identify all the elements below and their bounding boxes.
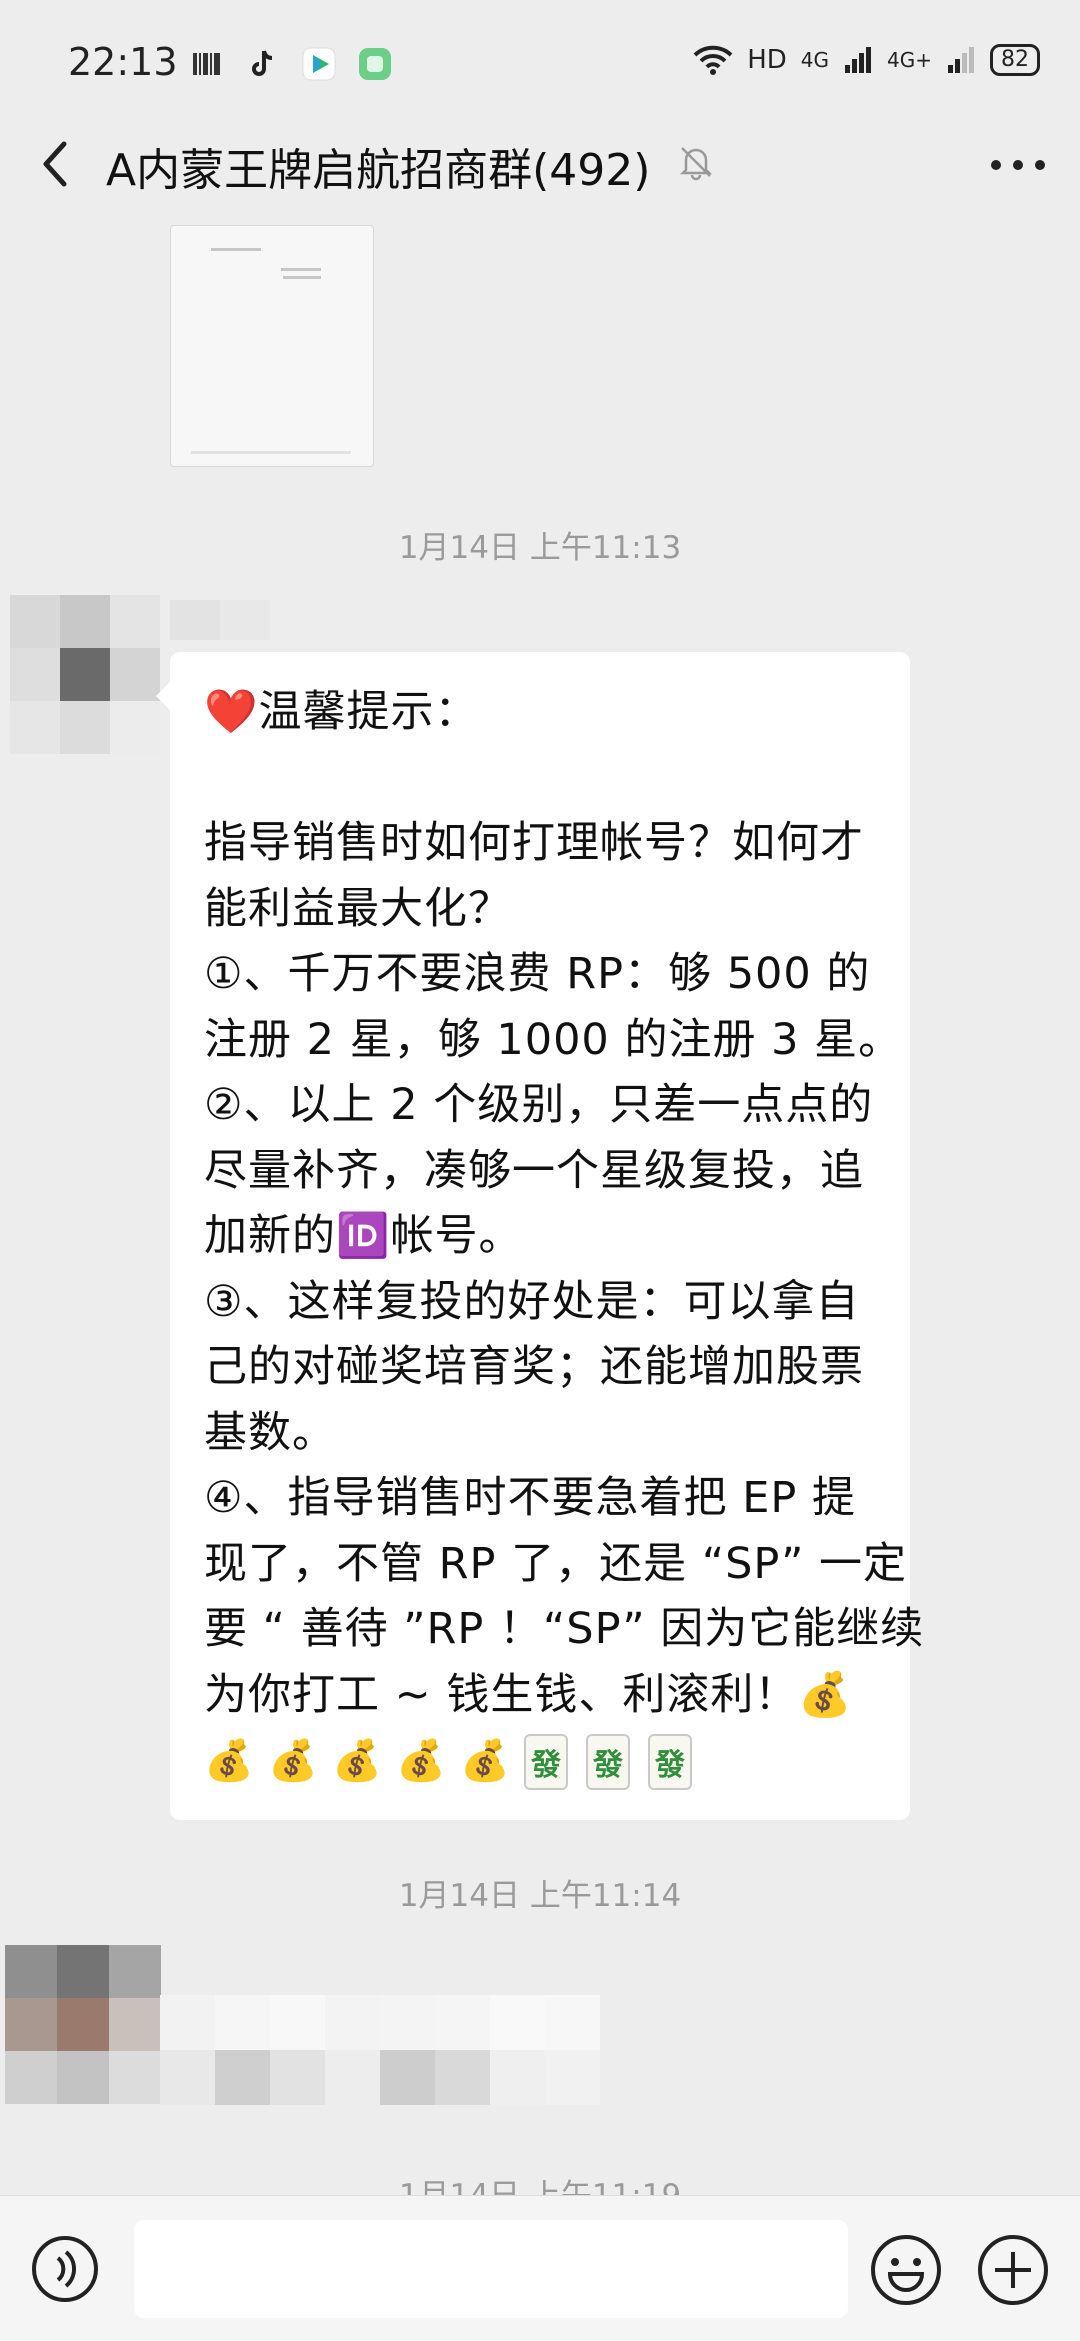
timestamp: 1月14日 上午11:13: [398, 530, 682, 566]
shared-image-thumbnail[interactable]: [170, 225, 374, 467]
message-line: ❤️温馨提示：: [204, 687, 479, 737]
back-button[interactable]: [30, 134, 80, 194]
chat-title[interactable]: A内蒙王牌启航招商群(492): [106, 134, 650, 198]
emoji-button[interactable]: [868, 2232, 944, 2308]
message-line: 现了，不管 RP 了，还是 “SP” 一定: [204, 1538, 908, 1589]
money-bag-icon: 💰: [460, 1738, 510, 1784]
chat-header: A内蒙王牌启航招商群(492): [0, 120, 1080, 210]
green-app-icon: [359, 48, 391, 80]
message-line: ④、指导销售时不要急着把 EP 提: [204, 1473, 856, 1523]
network-label-1: 4G: [800, 48, 830, 72]
sender-avatar[interactable]: [10, 595, 160, 755]
emoji-row: 💰 💰 💰 💰 💰 發 發 發: [204, 1734, 876, 1790]
money-bag-icon: 💰: [332, 1738, 382, 1784]
timestamp: 1月14日 上午11:14: [398, 1878, 682, 1914]
bell-mute-icon: [679, 147, 713, 181]
message-line: ③、这样复投的好处是：可以拿自: [204, 1276, 860, 1327]
wifi-icon: [693, 45, 733, 75]
status-app-icons: [190, 44, 392, 84]
barcode-app-icon: [193, 53, 220, 75]
message-bubble[interactable]: ❤️温馨提示： 指导销售时如何打理帐号？如何才 能利益最大化？ ①、千万不要浪费…: [156, 652, 925, 1820]
message-line: 基数。: [204, 1407, 336, 1458]
message-line: 尽量补齐，凑够一个星级复投，追: [204, 1145, 864, 1196]
message-line: ①、千万不要浪费 RP：够 500 的: [204, 949, 871, 999]
mahjong-tile-icon: 發: [586, 1734, 630, 1790]
blurred-message[interactable]: [160, 1995, 600, 2105]
more-button[interactable]: [986, 140, 1050, 190]
input-bar: [0, 2195, 1080, 2341]
message-line: 注册 2 星，够 1000 的注册 3 星。: [204, 1014, 903, 1065]
message-line: 加新的🆔帐号。: [204, 1211, 523, 1261]
message-line: 要 “ 善待 ”RP ！“SP” 因为它能继续: [204, 1604, 925, 1654]
plus-button[interactable]: [975, 2232, 1051, 2308]
sender-name-blurred: [170, 600, 270, 640]
message-line: 指导销售时如何打理帐号？如何才: [204, 818, 864, 868]
tiktok-app-icon: [252, 50, 273, 76]
voice-button[interactable]: [30, 2234, 100, 2304]
video-app-icon: [302, 47, 336, 81]
signal-icon: [845, 47, 872, 73]
message-line: ②、以上 2 个级别，只差一点点的: [204, 1080, 874, 1130]
money-bag-icon: 💰: [204, 1738, 254, 1784]
message-input[interactable]: [134, 2220, 848, 2318]
message-line: 为你打工 ~ 钱生钱、利滚利！💰: [204, 1669, 853, 1720]
money-bag-icon: 💰: [268, 1738, 318, 1784]
money-bag-icon: 💰: [396, 1738, 446, 1784]
message-line: [204, 746, 876, 812]
mahjong-tile-icon: 發: [524, 1734, 568, 1790]
network-label-2: 4G+: [887, 48, 932, 72]
battery-indicator: 82: [990, 44, 1040, 76]
status-time: 22:13: [68, 40, 178, 84]
status-bar: 22:13 HD 4G 4G+ 82: [0, 0, 1080, 130]
status-indicators: HD 4G 4G+ 82: [693, 44, 1040, 76]
message-line: 能利益最大化？: [204, 883, 512, 934]
hd-label: HD: [747, 45, 787, 75]
mahjong-tile-icon: 發: [648, 1734, 692, 1790]
timestamp: 1月14日 上午11:19: [398, 2178, 682, 2196]
message-line: 己的对碰奖培育奖；还能增加股票: [204, 1342, 864, 1392]
signal-icon-2: [948, 47, 974, 73]
sender-avatar[interactable]: [5, 1945, 161, 2105]
